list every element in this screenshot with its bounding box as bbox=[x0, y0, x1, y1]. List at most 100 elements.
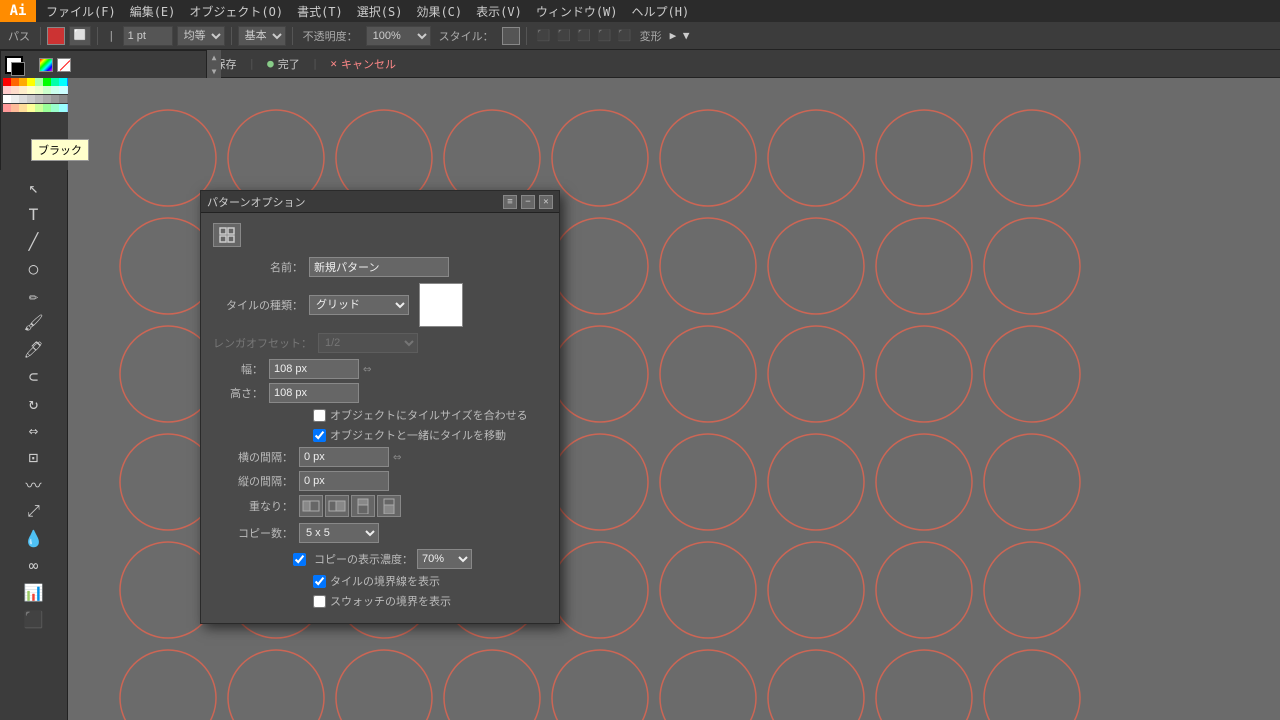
fill-indicator[interactable] bbox=[5, 56, 23, 74]
scroll-up-arrow[interactable]: ▲ bbox=[207, 50, 221, 64]
brick-offset-select[interactable]: 1/2 bbox=[318, 333, 418, 353]
menu-select[interactable]: 選択(S) bbox=[351, 1, 409, 22]
mirror-tool[interactable]: ⇔ bbox=[10, 417, 58, 443]
none-icon[interactable] bbox=[57, 58, 71, 72]
dialog-collapse-btn[interactable]: − bbox=[521, 195, 535, 209]
show-swatch-edge-checkbox[interactable] bbox=[313, 595, 326, 608]
color-cell[interactable] bbox=[11, 95, 19, 103]
color-cell[interactable] bbox=[43, 95, 51, 103]
move-with-object-checkbox[interactable] bbox=[313, 429, 326, 442]
v-spacing-input[interactable] bbox=[299, 471, 389, 491]
overlap-right-front-btn[interactable] bbox=[325, 495, 349, 517]
width-tool[interactable]: ⤢ bbox=[10, 498, 58, 524]
selection-tool[interactable]: ↖ bbox=[10, 174, 58, 200]
color-cell[interactable] bbox=[27, 104, 35, 112]
copies-select[interactable]: 5 x 5 3 x 3 7 x 7 bbox=[299, 523, 379, 543]
color-cell[interactable] bbox=[19, 104, 27, 112]
fit-to-object-checkbox[interactable] bbox=[313, 409, 326, 422]
width-input[interactable] bbox=[269, 359, 359, 379]
color-cell[interactable] bbox=[35, 95, 43, 103]
dialog-menu-btn[interactable]: ≡ bbox=[503, 195, 517, 209]
color-cell[interactable] bbox=[27, 78, 35, 86]
dim-copies-value-select[interactable]: 70% 50% 30% bbox=[417, 549, 472, 569]
color-cell[interactable] bbox=[35, 78, 43, 86]
color-cell[interactable] bbox=[11, 86, 19, 94]
lasso-tool[interactable]: ⊂ bbox=[10, 363, 58, 389]
h-spacing-input[interactable] bbox=[299, 447, 389, 467]
cancel-btn[interactable]: ✕ キャンセル bbox=[330, 56, 396, 72]
color-cell[interactable] bbox=[27, 86, 35, 94]
color-cell[interactable] bbox=[3, 95, 11, 103]
color-cell[interactable] bbox=[3, 86, 11, 94]
pencil-tool[interactable]: ✏ bbox=[10, 282, 58, 308]
dialog-close-btn[interactable]: ✕ bbox=[539, 195, 553, 209]
stroke-type-dropdown[interactable]: 基本 bbox=[238, 26, 286, 46]
color-cell[interactable] bbox=[51, 78, 59, 86]
color-cell[interactable] bbox=[59, 78, 67, 86]
color-cell[interactable] bbox=[35, 104, 43, 112]
tile-type-select[interactable]: グリッド レンガ(横) レンガ(縦) 六角形(縦) 六角形(横) bbox=[309, 295, 409, 315]
stroke-width-input[interactable] bbox=[123, 26, 173, 46]
brush-tool[interactable]: 🖌 bbox=[10, 309, 58, 335]
overlap-bottom-front-btn[interactable] bbox=[377, 495, 401, 517]
menu-type[interactable]: 書式(T) bbox=[291, 1, 349, 22]
artboard-tool[interactable]: ⬛ bbox=[10, 606, 58, 632]
ellipse-tool[interactable]: ○ bbox=[10, 255, 58, 281]
color-cell[interactable] bbox=[19, 95, 27, 103]
style-color-swatch[interactable] bbox=[502, 27, 520, 45]
menu-effect[interactable]: 効果(C) bbox=[410, 1, 468, 22]
color-cell[interactable] bbox=[19, 78, 27, 86]
color-cell[interactable] bbox=[11, 104, 19, 112]
pattern-tile-tool-btn[interactable] bbox=[213, 223, 241, 247]
menu-object[interactable]: オブジェクト(O) bbox=[183, 1, 289, 22]
color-cell[interactable] bbox=[3, 78, 11, 86]
color-cell[interactable] bbox=[19, 86, 27, 94]
done-btn[interactable]: ● 完了 bbox=[267, 56, 300, 72]
color-cell[interactable] bbox=[3, 104, 11, 112]
transform-tool[interactable]: ⊡ bbox=[10, 444, 58, 470]
menu-file[interactable]: ファイル(F) bbox=[40, 1, 122, 22]
opacity-dropdown[interactable]: 100% bbox=[366, 26, 431, 46]
rotate-tool[interactable]: ↻ bbox=[10, 390, 58, 416]
warp-tool[interactable]: 〰 bbox=[10, 471, 58, 497]
path-label: パス bbox=[4, 28, 34, 44]
show-tile-edge-checkbox[interactable] bbox=[313, 575, 326, 588]
color-cell[interactable] bbox=[51, 104, 59, 112]
blob-brush-tool[interactable]: 🖊 bbox=[10, 336, 58, 362]
color-cell[interactable] bbox=[43, 104, 51, 112]
type-tool[interactable]: T bbox=[10, 201, 58, 227]
menu-edit[interactable]: 編集(E) bbox=[124, 1, 182, 22]
color-cell[interactable] bbox=[51, 95, 59, 103]
dim-copies-checkbox[interactable] bbox=[293, 553, 306, 566]
overlap-top-front-btn[interactable] bbox=[351, 495, 375, 517]
color-cell[interactable] bbox=[43, 86, 51, 94]
scroll-down-arrow[interactable]: ▼ bbox=[207, 64, 221, 78]
menu-window[interactable]: ウィンドウ(W) bbox=[530, 1, 624, 22]
color-cell[interactable] bbox=[59, 95, 67, 103]
eyedropper-tool[interactable]: 💧 bbox=[10, 525, 58, 551]
menu-view[interactable]: 表示(V) bbox=[470, 1, 528, 22]
menu-help[interactable]: ヘルプ(H) bbox=[626, 1, 696, 22]
transform-icon-area: ⬛ ⬛ ⬛ ⬛ ⬛ bbox=[537, 29, 632, 42]
stroke-style-dropdown[interactable]: 均等 bbox=[177, 26, 225, 46]
line-tool[interactable]: ╱ bbox=[10, 228, 58, 254]
color-cell[interactable] bbox=[27, 95, 35, 103]
link-width-height-icon[interactable]: ⇔ bbox=[363, 361, 371, 377]
toolbar2-sep2: | bbox=[248, 57, 255, 70]
color-cell[interactable] bbox=[43, 78, 51, 86]
gradient-icon[interactable] bbox=[39, 58, 53, 72]
stroke-color-swatch[interactable] bbox=[47, 27, 65, 45]
chart-tool[interactable]: 📊 bbox=[10, 579, 58, 605]
dialog-titlebar[interactable]: パターンオプション ≡ − ✕ bbox=[201, 191, 559, 213]
color-cell[interactable] bbox=[51, 86, 59, 94]
color-cell[interactable] bbox=[35, 86, 43, 94]
color-cell[interactable] bbox=[59, 86, 67, 94]
color-cell[interactable] bbox=[11, 78, 19, 86]
name-input[interactable] bbox=[309, 257, 449, 277]
gap-link-icon[interactable]: ⇔ bbox=[393, 449, 401, 465]
height-input[interactable] bbox=[269, 383, 359, 403]
color-cell[interactable] bbox=[59, 104, 67, 112]
overlap-left-front-btn[interactable] bbox=[299, 495, 323, 517]
blend-tool[interactable]: ∞ bbox=[10, 552, 58, 578]
stroke-type-icon[interactable]: ⬜ bbox=[69, 26, 91, 46]
